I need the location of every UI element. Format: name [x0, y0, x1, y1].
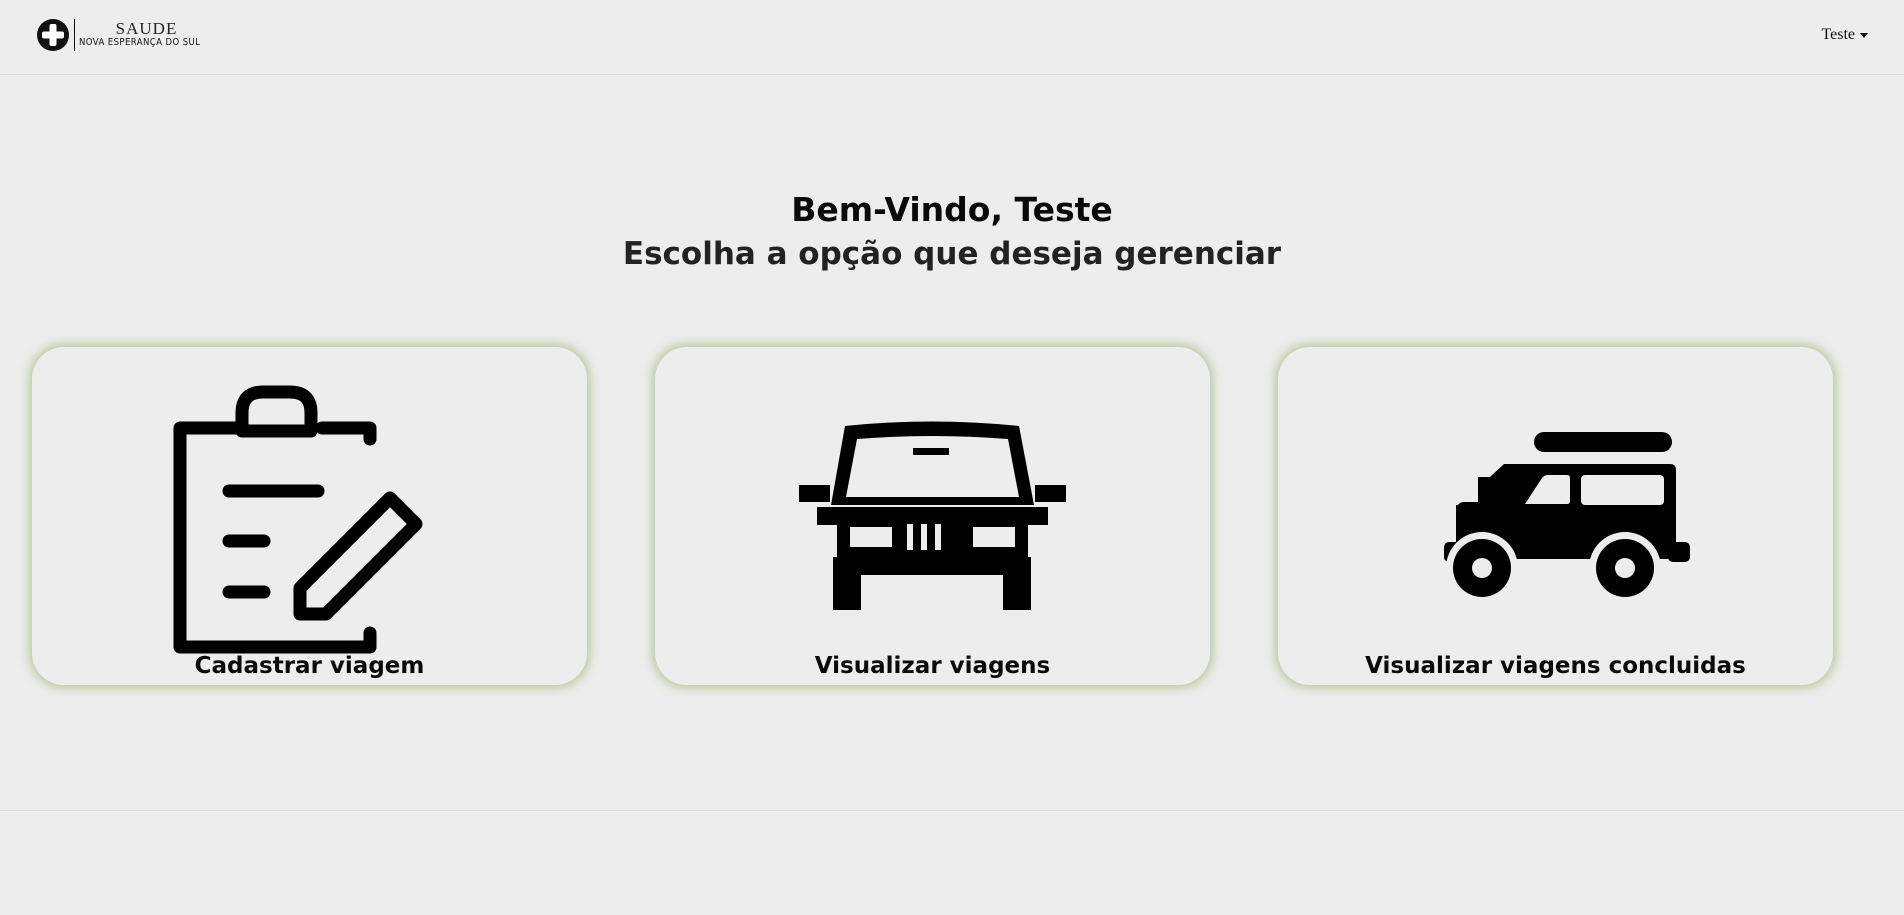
car-front-icon — [799, 421, 1066, 610]
brand-title: SAUDE — [115, 19, 178, 38]
card-cadastrar-viagem[interactable]: Cadastrar viagem — [32, 347, 587, 685]
card-label: Visualizar viagens — [814, 653, 1051, 679]
user-menu-label: Teste — [1821, 26, 1855, 43]
card-visualizar-viagens-concluidas[interactable]: Visualizar viagens concluidas — [1278, 347, 1833, 685]
welcome-section: Bem-Vindo, Teste Escolha a opção que des… — [0, 186, 1904, 274]
option-cards: Cadastrar viagem Visualizar viagens Visu… — [32, 347, 1833, 685]
suv-side-icon — [1444, 432, 1690, 604]
navbar: SAUDE NOVA ESPERANÇA DO SUL Teste — [0, 0, 1904, 75]
welcome-subtitle: Escolha a opção que deseja gerenciar — [622, 236, 1282, 272]
brand-logo[interactable]: SAUDE NOVA ESPERANÇA DO SUL — [36, 17, 214, 53]
card-label: Visualizar viagens concluidas — [1365, 653, 1746, 679]
card-visualizar-viagens[interactable]: Visualizar viagens — [655, 347, 1210, 685]
brand-divider — [74, 19, 75, 51]
user-menu-dropdown[interactable]: Teste — [1821, 26, 1868, 44]
clipboard-edit-icon — [173, 385, 423, 654]
medical-cross-icon — [37, 19, 69, 51]
caret-down-icon — [1860, 33, 1868, 38]
footer-divider — [0, 810, 1904, 811]
welcome-title: Bem-Vindo, Teste — [791, 190, 1113, 229]
brand-text: SAUDE NOVA ESPERANÇA DO SUL — [79, 19, 214, 48]
brand-subtitle: NOVA ESPERANÇA DO SUL — [79, 37, 201, 48]
card-label: Cadastrar viagem — [194, 653, 425, 679]
